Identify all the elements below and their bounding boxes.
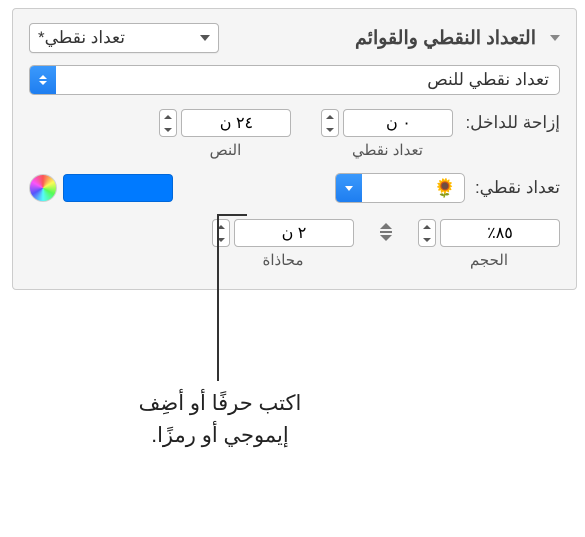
arrow-down-icon: [160, 123, 176, 136]
list-type-popup[interactable]: تعداد نقطي للنص: [29, 65, 560, 95]
list-type-row: تعداد نقطي للنص: [29, 65, 560, 95]
arrow-down-icon: [213, 233, 229, 246]
bullet-emoji: 🌻: [362, 178, 464, 199]
size-caption: الحجم: [470, 251, 508, 269]
list-style-label: تعداد نقطي*: [38, 28, 125, 48]
callout-leader-line: [217, 216, 219, 381]
disclosure-triangle-icon[interactable]: [550, 35, 560, 41]
text-indent-caption: النص: [210, 141, 242, 159]
indent-label: إزاحة للداخل:: [465, 109, 560, 133]
bullet-popup-arrow-icon: [336, 174, 362, 202]
align-group: محاذاة: [212, 219, 354, 269]
size-input[interactable]: [440, 219, 560, 247]
bullet-character-row: تعداد نقطي: 🌻: [29, 173, 560, 203]
section-title: التعداد النقطي والقوائم: [355, 27, 536, 50]
text-indent-group: النص: [159, 109, 291, 159]
align-stepper[interactable]: [212, 219, 230, 247]
arrow-up-icon: [322, 110, 338, 123]
callout-leader-line-h: [217, 214, 247, 216]
callout-text: اكتب حرفًا أو أضِف إيموجي أو رمزًا.: [90, 388, 350, 451]
popup-arrows-icon: [30, 66, 56, 94]
size-group: الحجم: [418, 219, 560, 269]
text-indent-stepper[interactable]: [159, 109, 177, 137]
size-align-row: الحجم محاذاة: [29, 219, 560, 269]
arrow-down-icon: [322, 123, 338, 136]
bullet-color-swatch[interactable]: [63, 174, 173, 202]
bullet-indent-caption: تعداد نقطي: [352, 141, 423, 159]
arrow-up-icon: [160, 110, 176, 123]
bullet-char-label: تعداد نقطي:: [475, 178, 560, 198]
size-stepper[interactable]: [418, 219, 436, 247]
callout-line2: إيموجي أو رمزًا.: [151, 424, 288, 447]
bullet-color-group: [29, 174, 173, 202]
vertical-align-icon[interactable]: [376, 219, 396, 241]
indent-row: إزاحة للداخل: تعداد نقطي: [29, 109, 560, 159]
text-indent-input[interactable]: [181, 109, 291, 137]
bullet-char-field[interactable]: 🌻: [335, 173, 465, 203]
list-type-value: تعداد نقطي للنص: [56, 70, 559, 90]
list-style-popup[interactable]: تعداد نقطي*: [29, 23, 219, 53]
arrow-down-icon: [419, 233, 435, 246]
align-input[interactable]: [234, 219, 354, 247]
arrow-up-icon: [419, 220, 435, 233]
bullets-lists-panel: التعداد النقطي والقوائم تعداد نقطي* تعدا…: [12, 8, 577, 290]
bullet-indent-group: تعداد نقطي: [321, 109, 453, 159]
bullet-indent-stepper[interactable]: [321, 109, 339, 137]
bullet-indent-input[interactable]: [343, 109, 453, 137]
chevron-down-icon: [200, 35, 210, 41]
callout-line1: اكتب حرفًا أو أضِف: [139, 392, 302, 415]
section-header: التعداد النقطي والقوائم تعداد نقطي*: [29, 23, 560, 53]
align-caption: محاذاة: [263, 251, 304, 269]
arrow-up-icon: [213, 220, 229, 233]
color-wheel-icon[interactable]: [29, 174, 57, 202]
